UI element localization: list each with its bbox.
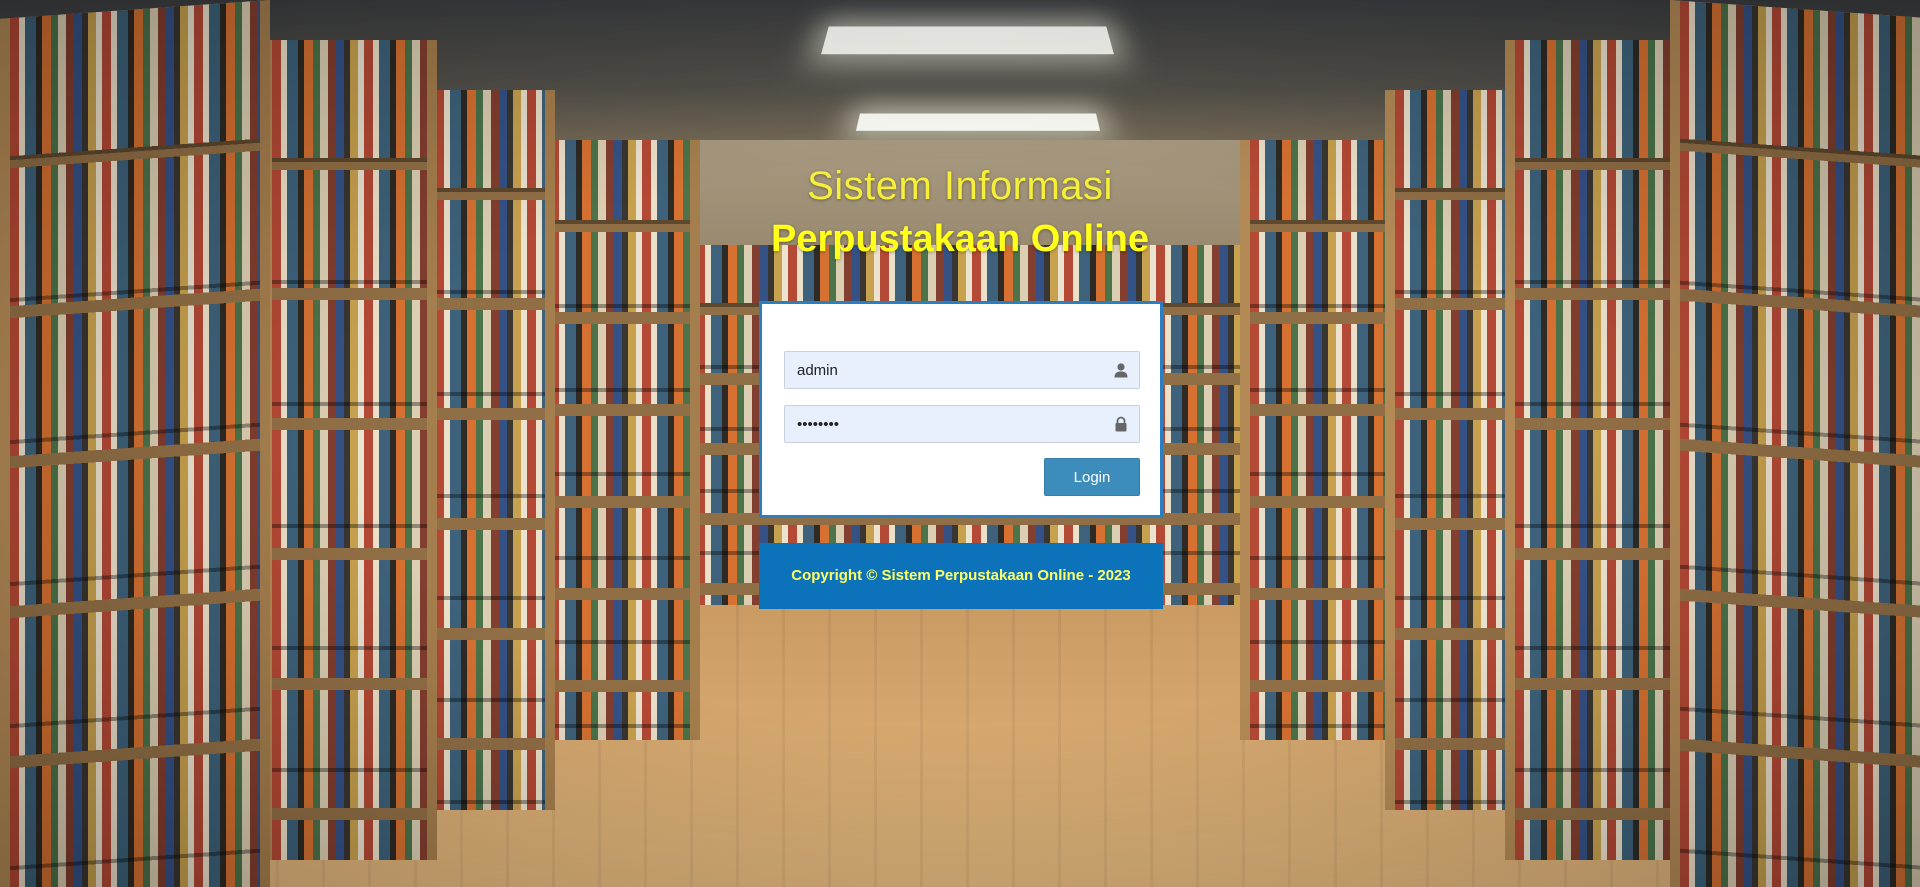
page-title-line2: Perpustakaan Online: [770, 218, 1149, 260]
page-title-line1: Sistem Informasi: [807, 164, 1113, 208]
username-input[interactable]: [785, 352, 1109, 388]
login-form: Login: [759, 301, 1163, 518]
login-button[interactable]: Login: [1044, 458, 1140, 496]
username-field: [784, 351, 1140, 389]
user-icon: [1114, 363, 1128, 378]
copyright-footer: Copyright © Sistem Perpustakaan Online -…: [759, 543, 1163, 609]
password-input[interactable]: [785, 406, 1109, 442]
lock-icon: [1115, 416, 1127, 432]
password-field: [784, 405, 1140, 443]
